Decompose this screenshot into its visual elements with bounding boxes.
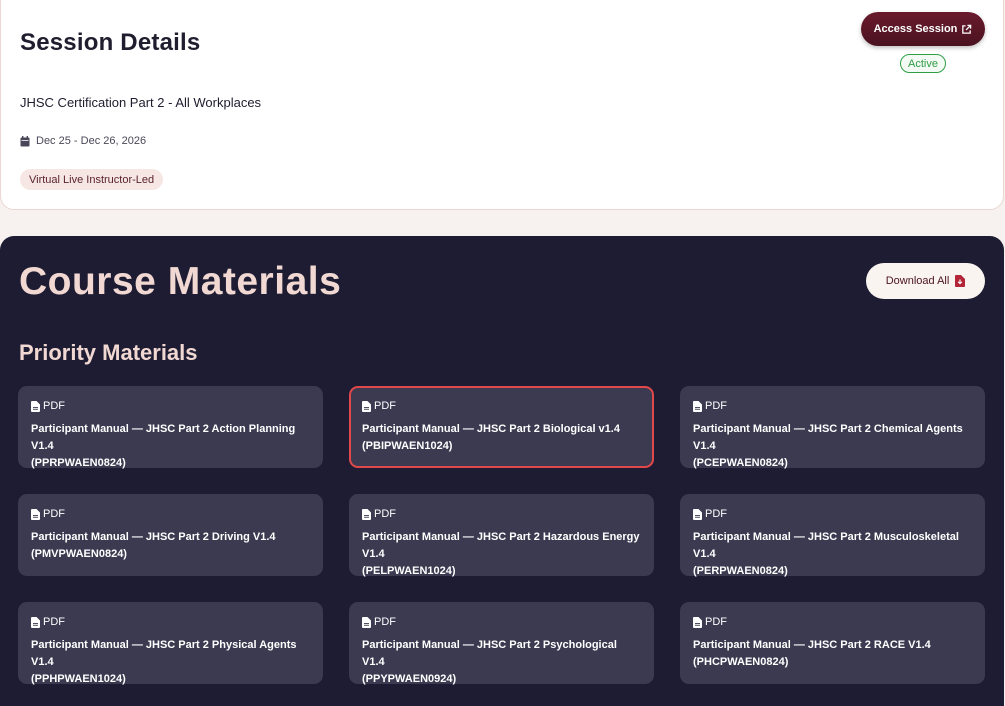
material-title: Participant Manual — JHSC Part 2 Physica… xyxy=(31,637,310,688)
course-materials-panel: Course Materials Download All Priority M… xyxy=(0,236,1004,706)
material-code: (PPRPWAEN0824) xyxy=(31,457,126,469)
material-title: Participant Manual — JHSC Part 2 Musculo… xyxy=(693,529,972,580)
file-type: PDF xyxy=(693,616,972,628)
file-type: PDF xyxy=(362,400,639,412)
material-name: Participant Manual — JHSC Part 2 Chemica… xyxy=(693,423,963,452)
file-type-label: PDF xyxy=(705,616,727,628)
pdf-file-icon xyxy=(362,508,371,520)
material-code: (PMVPWAEN0824) xyxy=(31,548,127,560)
material-card[interactable]: PDF Participant Manual — JHSC Part 2 Phy… xyxy=(18,602,323,685)
material-name: Participant Manual — JHSC Part 2 Psychol… xyxy=(362,639,617,668)
file-type: PDF xyxy=(31,616,310,628)
pdf-file-icon xyxy=(31,616,40,628)
pdf-file-icon xyxy=(362,400,371,412)
pdf-file-icon xyxy=(693,400,702,412)
session-title: Session Details xyxy=(20,29,201,56)
material-card-selected[interactable]: PDF Participant Manual — JHSC Part 2 Bio… xyxy=(349,386,654,468)
material-code: (PELPWAEN1024) xyxy=(362,565,456,577)
pdf-file-icon xyxy=(362,616,371,628)
file-type: PDF xyxy=(362,508,641,520)
file-type: PDF xyxy=(362,616,641,628)
material-name: Participant Manual — JHSC Part 2 Musculo… xyxy=(693,531,959,560)
material-title: Participant Manual — JHSC Part 2 RACE V1… xyxy=(693,637,972,671)
pdf-file-icon xyxy=(31,508,40,520)
material-card[interactable]: PDF Participant Manual — JHSC Part 2 Act… xyxy=(18,386,323,469)
material-title: Participant Manual — JHSC Part 2 Chemica… xyxy=(693,421,972,472)
material-card[interactable]: PDF Participant Manual — JHSC Part 2 Psy… xyxy=(349,602,654,685)
course-materials-title: Course Materials xyxy=(19,260,342,303)
download-all-label: Download All xyxy=(885,275,950,287)
material-name: Participant Manual — JHSC Part 2 Biologi… xyxy=(362,423,620,435)
material-title: Participant Manual — JHSC Part 2 Hazardo… xyxy=(362,529,641,580)
file-type: PDF xyxy=(693,400,972,412)
priority-materials-title: Priority Materials xyxy=(19,340,198,365)
session-details-card: Session Details Access Session Active JH… xyxy=(0,0,1004,210)
material-title: Participant Manual — JHSC Part 2 Biologi… xyxy=(362,421,639,455)
file-type-label: PDF xyxy=(705,508,727,520)
material-title: Participant Manual — JHSC Part 2 Driving… xyxy=(31,529,310,563)
material-code: (PPHPWAEN1024) xyxy=(31,673,126,685)
file-type: PDF xyxy=(31,508,310,520)
course-name: JHSC Certification Part 2 - All Workplac… xyxy=(20,95,262,110)
file-type-label: PDF xyxy=(374,508,396,520)
material-title: Participant Manual — JHSC Part 2 Psychol… xyxy=(362,637,641,688)
pdf-file-icon xyxy=(31,400,40,412)
file-type-label: PDF xyxy=(43,508,65,520)
delivery-format-tag: Virtual Live Instructor-Led xyxy=(20,169,164,190)
material-name: Participant Manual — JHSC Part 2 Driving… xyxy=(31,531,276,543)
material-code: (PBIPWAEN1024) xyxy=(362,440,453,452)
access-session-label: Access Session xyxy=(873,23,958,35)
material-name: Participant Manual — JHSC Part 2 RACE V1… xyxy=(693,639,931,651)
material-card[interactable]: PDF Participant Manual — JHSC Part 2 Haz… xyxy=(349,494,654,577)
pdf-download-icon xyxy=(955,275,966,287)
pdf-file-icon xyxy=(693,508,702,520)
file-type-label: PDF xyxy=(43,400,65,412)
pdf-file-icon xyxy=(693,616,702,628)
access-session-button[interactable]: Access Session xyxy=(861,12,985,46)
material-code: (PHCPWAEN0824) xyxy=(693,656,789,668)
file-type-label: PDF xyxy=(374,616,396,628)
file-type: PDF xyxy=(693,508,972,520)
session-dates: Dec 25 - Dec 26, 2026 xyxy=(20,135,146,147)
material-card[interactable]: PDF Participant Manual — JHSC Part 2 Dri… xyxy=(18,494,323,576)
status-badge: Active xyxy=(900,54,946,73)
material-code: (PPYPWAEN0924) xyxy=(362,673,457,685)
material-name: Participant Manual — JHSC Part 2 Physica… xyxy=(31,639,297,668)
material-card[interactable]: PDF Participant Manual — JHSC Part 2 Mus… xyxy=(680,494,985,577)
file-type-label: PDF xyxy=(705,400,727,412)
material-name: Participant Manual — JHSC Part 2 Hazardo… xyxy=(362,531,640,560)
calendar-icon xyxy=(20,135,30,147)
material-card[interactable]: PDF Participant Manual — JHSC Part 2 RAC… xyxy=(680,602,985,684)
external-link-icon xyxy=(961,24,972,35)
session-dates-text: Dec 25 - Dec 26, 2026 xyxy=(36,135,147,147)
material-name: Participant Manual — JHSC Part 2 Action … xyxy=(31,423,296,452)
file-type-label: PDF xyxy=(43,616,65,628)
file-type: PDF xyxy=(31,400,310,412)
download-all-button[interactable]: Download All xyxy=(866,263,985,299)
material-title: Participant Manual — JHSC Part 2 Action … xyxy=(31,421,310,472)
material-code: (PCEPWAEN0824) xyxy=(693,457,788,469)
file-type-label: PDF xyxy=(374,400,396,412)
material-card[interactable]: PDF Participant Manual — JHSC Part 2 Che… xyxy=(680,386,985,469)
material-code: (PERPWAEN0824) xyxy=(693,565,788,577)
